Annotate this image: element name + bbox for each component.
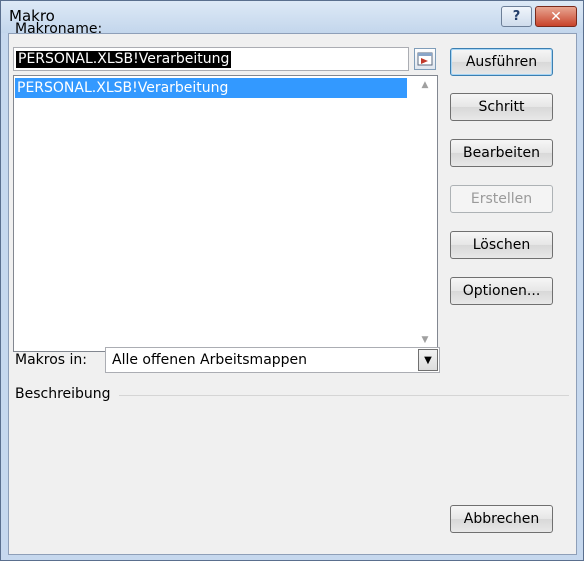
macro-dialog: Makro ? ✕ Makroname: PERSONAL.XLSB!Verar… — [0, 0, 584, 561]
scroll-down-icon[interactable]: ▼ — [418, 335, 432, 345]
macros-in-value: Alle offenen Arbeitsmappen — [112, 352, 308, 368]
dialog-body: Makroname: PERSONAL.XLSB!Verarbeitung PE… — [8, 21, 577, 555]
chevron-down-icon: ▼ — [424, 354, 432, 366]
macro-list[interactable]: PERSONAL.XLSB!Verarbeitung ▲ ▼ — [13, 75, 438, 352]
cancel-button[interactable]: Abbrechen — [450, 505, 553, 533]
description-label: Beschreibung — [15, 386, 111, 402]
close-icon: ✕ — [550, 8, 562, 25]
macro-name-label-text: Makroname: — [15, 21, 103, 37]
edit-button[interactable]: Bearbeiten — [450, 139, 553, 167]
macro-name-value: PERSONAL.XLSB!Verarbeitung — [16, 51, 232, 68]
collapse-dialog-button[interactable] — [414, 48, 436, 70]
close-button[interactable]: ✕ — [535, 6, 577, 27]
dropdown-button[interactable]: ▼ — [418, 349, 438, 371]
macro-name-label: Makroname: — [15, 21, 102, 37]
run-button[interactable]: Ausführen — [450, 48, 553, 76]
help-button[interactable]: ? — [501, 6, 532, 27]
description-separator — [119, 395, 569, 396]
create-button[interactable]: Erstellen — [450, 185, 553, 213]
step-button[interactable]: Schritt — [450, 93, 553, 121]
collapse-dialog-icon — [417, 52, 433, 66]
macros-in-label: Makros in: — [15, 352, 88, 368]
options-button[interactable]: Optionen... — [450, 277, 553, 305]
help-icon: ? — [512, 9, 521, 24]
macros-in-dropdown[interactable]: Alle offenen Arbeitsmappen ▼ — [105, 347, 440, 373]
scroll-up-icon[interactable]: ▲ — [418, 80, 432, 90]
delete-button[interactable]: Löschen — [450, 231, 553, 259]
macro-name-field[interactable]: PERSONAL.XLSB!Verarbeitung — [13, 47, 409, 71]
macro-list-item-selected[interactable]: PERSONAL.XLSB!Verarbeitung — [15, 78, 407, 98]
